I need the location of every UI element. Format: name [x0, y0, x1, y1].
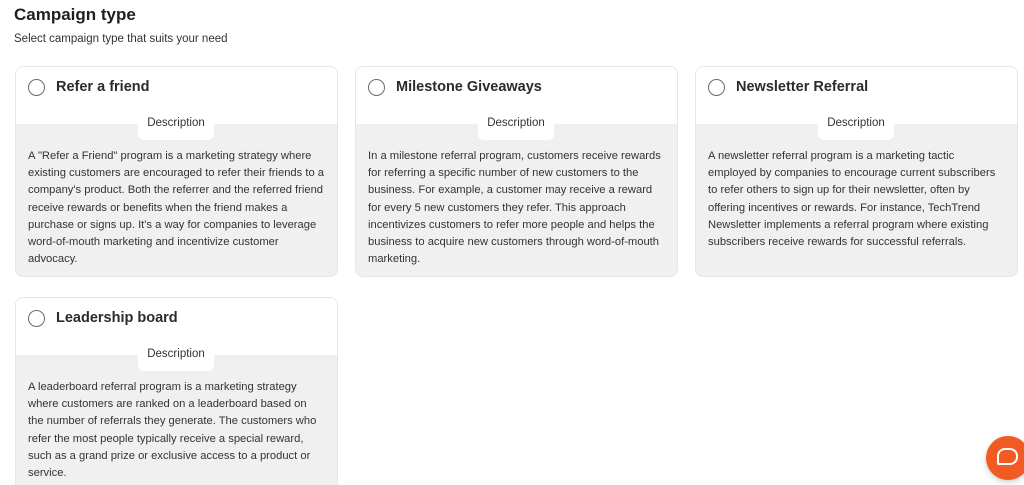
- card-title: Leadership board: [56, 310, 178, 326]
- page-title: Campaign type: [14, 5, 136, 24]
- card-title: Newsletter Referral: [736, 79, 869, 95]
- chat-bubble-icon: [997, 448, 1018, 465]
- radio-leadership-board[interactable]: [28, 310, 45, 327]
- radio-refer-a-friend[interactable]: [28, 79, 45, 96]
- campaign-card-leadership-board[interactable]: Leadership board Description A leaderboa…: [15, 297, 338, 485]
- radio-newsletter-referral[interactable]: [708, 79, 725, 96]
- campaign-card-refer-a-friend[interactable]: Refer a friend Description A "Refer a Fr…: [15, 66, 338, 277]
- campaign-card-newsletter-referral[interactable]: Newsletter Referral Description A newsle…: [695, 66, 1018, 277]
- card-title: Milestone Giveaways: [396, 79, 542, 95]
- radio-milestone-giveaways[interactable]: [368, 79, 385, 96]
- page-subtitle: Select campaign type that suits your nee…: [14, 33, 228, 45]
- description-tag: Description: [818, 105, 894, 140]
- card-title: Refer a friend: [56, 79, 150, 95]
- card-description: A newsletter referral program is a marke…: [696, 124, 1017, 276]
- description-tag: Description: [478, 105, 554, 140]
- card-description: In a milestone referral program, custome…: [356, 124, 677, 276]
- campaign-card-milestone-giveaways[interactable]: Milestone Giveaways Description In a mil…: [355, 66, 678, 277]
- card-description: A leaderboard referral program is a mark…: [16, 355, 337, 485]
- description-tag: Description: [138, 336, 214, 371]
- card-description: A "Refer a Friend" program is a marketin…: [16, 124, 337, 276]
- chat-button[interactable]: [986, 436, 1024, 480]
- description-tag: Description: [138, 105, 214, 140]
